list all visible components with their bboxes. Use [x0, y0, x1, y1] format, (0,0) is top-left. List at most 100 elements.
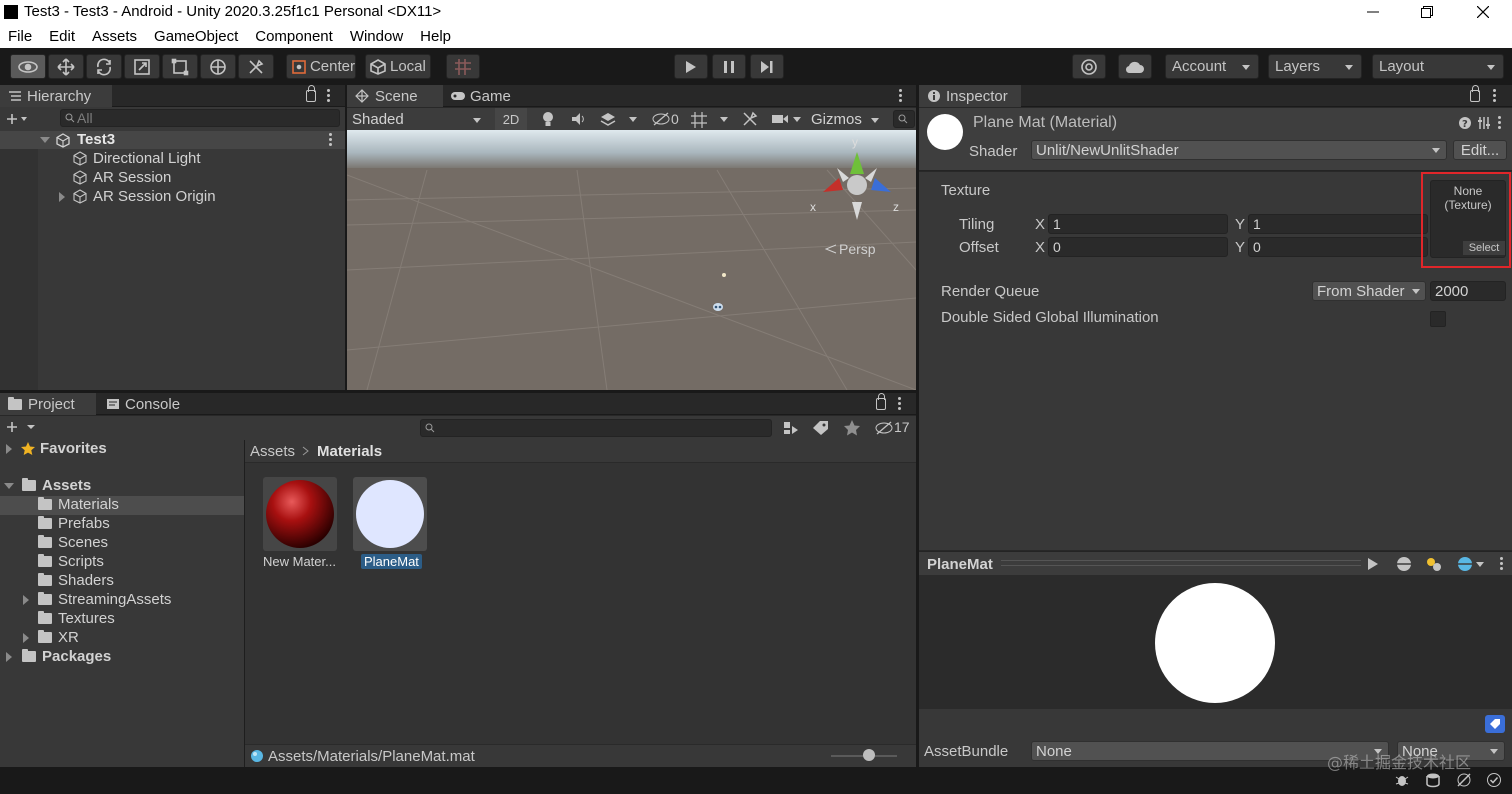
tools-icon[interactable]: [742, 111, 758, 127]
view-tool-button[interactable]: [10, 54, 46, 79]
camera-icon[interactable]: [771, 113, 789, 125]
lock-icon[interactable]: [1470, 85, 1480, 102]
panel-menu-icon[interactable]: [897, 397, 903, 411]
create-asset-dropdown[interactable]: [6, 421, 36, 433]
expand-arrow-icon[interactable]: [40, 137, 50, 143]
cloud-button[interactable]: [1118, 54, 1152, 79]
create-dropdown[interactable]: [6, 111, 38, 127]
close-window-button[interactable]: [1460, 0, 1506, 24]
scale-tool-button[interactable]: [124, 54, 160, 79]
hierarchy-item-ar-session-origin[interactable]: AR Session Origin: [72, 188, 216, 205]
effects-dropdown-arrow[interactable]: [629, 117, 637, 122]
filter-by-label-icon[interactable]: [812, 420, 830, 436]
expand-arrow-icon[interactable]: [59, 192, 65, 202]
space-toggle-button[interactable]: Local: [365, 54, 431, 79]
thumbnail-size-slider-handle[interactable]: [863, 749, 875, 761]
menu-edit[interactable]: Edit: [49, 28, 75, 45]
expand-arrow-icon[interactable]: [23, 633, 29, 643]
asset-thumbnail-planemat[interactable]: [353, 477, 427, 551]
material-preview-area[interactable]: [919, 575, 1512, 709]
camera-dropdown-arrow[interactable]: [793, 117, 801, 122]
ar-session-gizmo-icon[interactable]: [712, 302, 724, 312]
audio-speaker-icon[interactable]: [571, 112, 587, 126]
tree-item-packages[interactable]: Packages: [22, 648, 111, 665]
panel-menu-icon[interactable]: [1492, 89, 1498, 103]
favorite-star-icon[interactable]: [843, 419, 861, 436]
pivot-toggle-button[interactable]: Center: [286, 54, 356, 79]
step-button[interactable]: [750, 54, 784, 79]
filter-by-type-icon[interactable]: [782, 420, 800, 436]
menu-gameobject[interactable]: GameObject: [154, 28, 238, 45]
asset-label-tag-icon[interactable]: [1485, 715, 1505, 733]
play-icon[interactable]: [1367, 557, 1379, 571]
expand-arrow-icon[interactable]: [6, 652, 12, 662]
asset-thumbnail-new-material[interactable]: [263, 477, 337, 551]
tree-item-prefabs[interactable]: Prefabs: [38, 515, 110, 532]
expand-arrow-icon[interactable]: [23, 595, 29, 605]
tree-item-scenes[interactable]: Scenes: [38, 534, 108, 551]
preview-sphere-icon[interactable]: [1396, 556, 1412, 572]
move-tool-button[interactable]: [48, 54, 84, 79]
progress-check-icon[interactable]: [1486, 772, 1502, 788]
custom-tool-button[interactable]: [238, 54, 274, 79]
menu-file[interactable]: File: [8, 28, 32, 45]
tree-item-materials-selected[interactable]: Materials: [0, 496, 244, 515]
restore-button[interactable]: [1404, 0, 1450, 24]
scene-viewport[interactable]: y x z Persp: [347, 130, 916, 390]
light-gizmo[interactable]: [722, 273, 726, 277]
expand-arrow-icon[interactable]: [6, 444, 12, 454]
tab-game[interactable]: Game: [444, 85, 524, 107]
project-search-input[interactable]: [420, 419, 772, 437]
effects-layers-icon[interactable]: [600, 111, 616, 127]
lock-icon[interactable]: [306, 85, 316, 102]
panel-menu-icon[interactable]: [326, 89, 332, 103]
offset-x-input[interactable]: 0: [1048, 237, 1228, 257]
cache-server-icon[interactable]: [1425, 772, 1441, 788]
scene-orientation-gizmo[interactable]: [807, 140, 907, 225]
tab-console[interactable]: Console: [98, 393, 194, 415]
texture-select-button[interactable]: Select: [1463, 241, 1505, 255]
preview-menu-icon[interactable]: [1499, 557, 1505, 571]
offset-y-input[interactable]: 0: [1248, 237, 1428, 257]
help-icon[interactable]: ?: [1458, 116, 1472, 130]
texture-slot[interactable]: None (Texture) Select: [1430, 180, 1506, 258]
transform-tool-button[interactable]: [200, 54, 236, 79]
hidden-eye-icon[interactable]: [875, 421, 893, 435]
minimize-button[interactable]: [1350, 0, 1396, 24]
tab-project[interactable]: Project: [0, 393, 96, 415]
tiling-y-input[interactable]: 1: [1248, 214, 1428, 234]
tree-item-assets[interactable]: Assets: [22, 477, 91, 494]
scene-menu-icon[interactable]: [328, 133, 334, 147]
tree-item-shaders[interactable]: Shaders: [38, 572, 114, 589]
breadcrumb-materials[interactable]: Materials: [317, 443, 382, 460]
projection-toggle[interactable]: Persp: [825, 241, 876, 257]
component-menu-icon[interactable]: [1497, 116, 1503, 130]
play-button[interactable]: [674, 54, 708, 79]
account-dropdown[interactable]: Account: [1165, 54, 1259, 79]
menu-component[interactable]: Component: [255, 28, 333, 45]
lock-icon[interactable]: [876, 393, 886, 410]
collapse-arrow-icon[interactable]: [4, 483, 14, 489]
hierarchy-item-directional-light[interactable]: Directional Light: [72, 150, 201, 167]
menu-assets[interactable]: Assets: [92, 28, 137, 45]
scene-search-input[interactable]: [893, 110, 915, 128]
bug-icon[interactable]: [1394, 772, 1410, 788]
auto-generate-lighting-icon[interactable]: [1456, 772, 1472, 788]
preview-dropdown-arrow[interactable]: [1476, 562, 1484, 567]
gizmos-dropdown[interactable]: Gizmos: [807, 108, 887, 130]
rect-tool-button[interactable]: [162, 54, 198, 79]
render-queue-mode-dropdown[interactable]: From Shader: [1312, 281, 1426, 301]
hidden-eye-icon[interactable]: [652, 112, 670, 126]
grid-dropdown-arrow[interactable]: [720, 117, 728, 122]
hierarchy-item-ar-session[interactable]: AR Session: [72, 169, 171, 186]
tab-scene[interactable]: Scene: [347, 85, 443, 107]
preview-background-icon[interactable]: [1457, 556, 1473, 572]
grid-snap-button[interactable]: [446, 54, 480, 79]
render-queue-value-input[interactable]: 2000: [1430, 281, 1506, 301]
collab-button[interactable]: [1072, 54, 1106, 79]
grid-toggle-icon[interactable]: [690, 111, 708, 129]
preset-sliders-icon[interactable]: [1477, 116, 1491, 130]
menu-window[interactable]: Window: [350, 28, 403, 45]
preview-lighting-icon[interactable]: [1425, 556, 1443, 572]
lighting-bulb-icon[interactable]: [541, 111, 555, 127]
